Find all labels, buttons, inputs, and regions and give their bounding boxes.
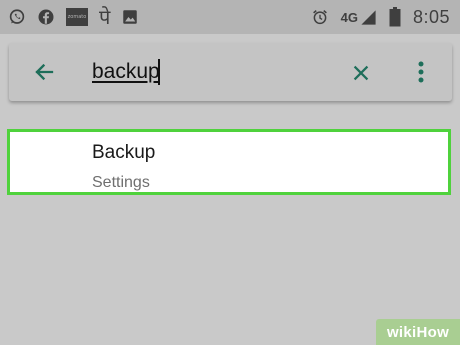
clear-search-button[interactable] (348, 60, 374, 86)
search-result-backup[interactable]: Backup Settings (7, 129, 451, 195)
search-bar: backup (9, 43, 452, 101)
facebook-icon (37, 8, 55, 26)
system-status: 4G 8:05 (299, 7, 450, 28)
close-icon (353, 65, 369, 81)
clock: 8:05 (412, 6, 450, 27)
alarm-icon (311, 8, 329, 26)
signal-icon (361, 9, 376, 25)
whatsapp-icon (8, 8, 26, 26)
battery-icon (389, 7, 401, 27)
arrow-back-icon (35, 63, 54, 81)
back-button[interactable] (31, 59, 57, 85)
network-type: 4G (341, 9, 377, 26)
gallery-icon (121, 8, 139, 26)
zomato-icon: zomato (66, 8, 88, 26)
text-cursor (158, 59, 160, 85)
search-input[interactable]: backup (92, 60, 160, 84)
status-bar: zomato पे 4G 8:05 (0, 0, 460, 34)
result-title: Backup (92, 142, 156, 163)
notification-icons: zomato पे (8, 5, 150, 29)
more-options-button[interactable] (411, 58, 431, 86)
paytm-icon: पे (99, 5, 111, 29)
more-vert-icon (418, 61, 424, 83)
result-subtitle: Settings (92, 174, 150, 191)
wikihow-watermark: wikiHow (376, 319, 460, 345)
